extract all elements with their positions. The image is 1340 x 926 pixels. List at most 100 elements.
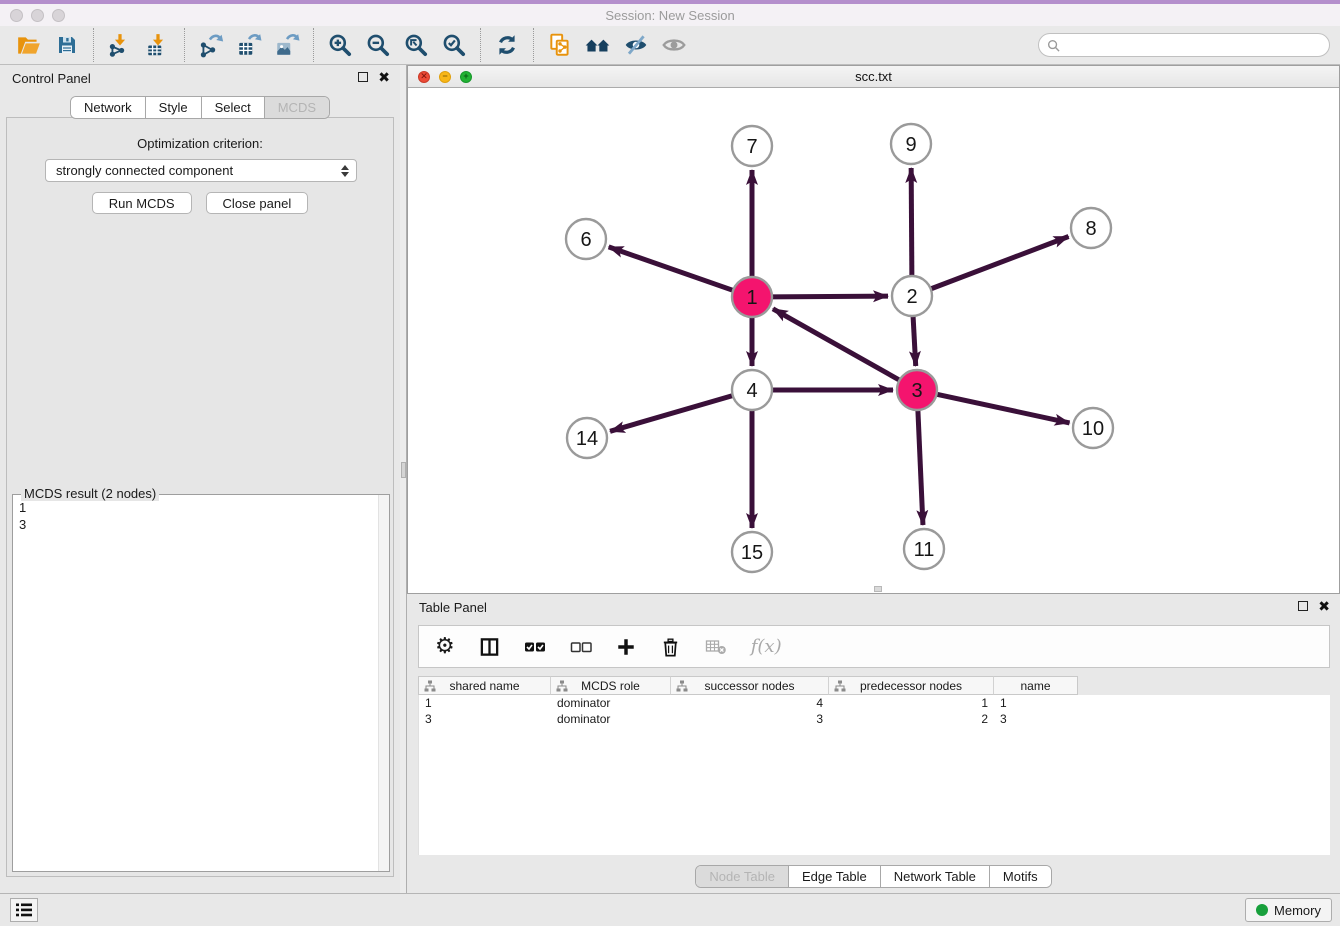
svg-text:2: 2	[906, 286, 917, 308]
export-image-icon	[274, 32, 300, 58]
eye-slash-icon	[623, 32, 649, 58]
checked-boxes-icon	[524, 636, 546, 658]
graph-node-11[interactable]: 11	[904, 529, 944, 569]
table-row[interactable]: 1dominator411	[419, 695, 1330, 711]
splitter-handle-icon[interactable]	[401, 462, 406, 478]
export-table-button[interactable]	[230, 28, 268, 62]
import-table-button[interactable]	[139, 28, 177, 62]
graph-node-6[interactable]: 6	[566, 219, 606, 259]
zoom-in-button[interactable]	[321, 28, 359, 62]
float-panel-icon[interactable]	[358, 72, 368, 82]
column-header-successor-nodes[interactable]: successor nodes	[670, 676, 828, 695]
tab-mcds[interactable]: MCDS	[264, 97, 329, 118]
table-cell[interactable]: 3	[419, 712, 551, 726]
run-mcds-button[interactable]: Run MCDS	[92, 192, 192, 214]
hide-selected-button[interactable]	[617, 28, 655, 62]
graph-node-14[interactable]: 14	[567, 418, 607, 458]
show-all-button[interactable]	[655, 28, 693, 62]
function-builder-button[interactable]: f(x)	[751, 636, 782, 657]
column-header-MCDS-role[interactable]: MCDS role	[550, 676, 670, 695]
graph-edge-1-6[interactable]	[609, 247, 735, 291]
graph-edge-3-1[interactable]	[773, 309, 901, 381]
close-panel-button[interactable]: Close panel	[206, 192, 309, 214]
graph-edge-2-8[interactable]	[929, 237, 1069, 290]
svg-text:8: 8	[1085, 218, 1096, 240]
graph-edge-4-14[interactable]	[610, 395, 735, 431]
graph-node-9[interactable]: 9	[891, 124, 931, 164]
graph-edge-2-3[interactable]	[913, 314, 916, 366]
table-cell[interactable]: dominator	[551, 696, 671, 710]
export-image-button[interactable]	[268, 28, 306, 62]
refresh-layout-button[interactable]	[488, 28, 526, 62]
import-network-button[interactable]	[101, 28, 139, 62]
table-cell[interactable]: 1	[829, 696, 994, 710]
export-network-button[interactable]	[192, 28, 230, 62]
table-cell[interactable]: 3	[671, 712, 829, 726]
tab-node-table[interactable]: Node Table	[696, 866, 788, 887]
tab-network[interactable]: Network	[71, 97, 145, 118]
graph-edge-3-11[interactable]	[918, 408, 923, 525]
criterion-select[interactable]: strongly connected component	[45, 159, 357, 182]
canvas-splitter-handle[interactable]	[874, 586, 882, 592]
graph-node-15[interactable]: 15	[732, 532, 772, 572]
graph-edge-1-2[interactable]	[770, 296, 888, 297]
graph-edge-3-10[interactable]	[935, 394, 1070, 423]
table-cell[interactable]: 3	[994, 712, 1079, 726]
table-settings-button[interactable]: ⚙	[435, 636, 455, 658]
delete-table-button[interactable]	[705, 637, 727, 657]
network-window-titlebar: ✕ − + scc.txt	[408, 66, 1339, 88]
tab-motifs[interactable]: Motifs	[989, 866, 1051, 887]
list-icon	[16, 903, 32, 917]
show-columns-button[interactable]	[479, 636, 500, 658]
network-canvas[interactable]: 7 9 6 8 1 2 4 3 14 10 15 11	[408, 88, 1339, 593]
delete-column-button[interactable]	[660, 636, 681, 658]
task-history-button[interactable]	[10, 898, 38, 922]
graph-node-10[interactable]: 10	[1073, 408, 1113, 448]
table-cell[interactable]: 1	[419, 696, 551, 710]
mcds-result-text[interactable]: 1 3	[13, 496, 377, 871]
network-graph[interactable]: 7 9 6 8 1 2 4 3 14 10 15 11	[408, 88, 1339, 593]
memory-button[interactable]: Memory	[1245, 898, 1332, 922]
tab-select[interactable]: Select	[201, 97, 264, 118]
close-panel-icon[interactable]: ✖	[378, 71, 390, 83]
create-column-button[interactable]	[616, 637, 636, 657]
graph-node-2[interactable]: 2	[892, 276, 932, 316]
toolbar-separator	[533, 28, 534, 62]
table-toolbar: ⚙ f(x)	[418, 625, 1330, 668]
search-field[interactable]	[1038, 33, 1330, 57]
search-input[interactable]	[1060, 37, 1321, 53]
graph-node-3[interactable]: 3	[897, 370, 937, 410]
clone-network-icon	[547, 32, 573, 58]
graph-node-7[interactable]: 7	[732, 126, 772, 166]
float-table-panel-icon[interactable]	[1298, 601, 1308, 611]
tab-edge-table[interactable]: Edge Table	[788, 866, 880, 887]
graph-node-1[interactable]: 1	[732, 277, 772, 317]
column-header-shared-name[interactable]: shared name	[418, 676, 550, 695]
result-scrollbar[interactable]	[378, 495, 389, 871]
graph-edge-2-9[interactable]	[911, 168, 912, 278]
column-header-predecessor-nodes[interactable]: predecessor nodes	[828, 676, 993, 695]
unselect-all-columns-button[interactable]	[570, 636, 592, 658]
first-neighbors-button[interactable]	[579, 28, 617, 62]
zoom-out-button[interactable]	[359, 28, 397, 62]
tab-style[interactable]: Style	[145, 97, 201, 118]
open-session-button[interactable]	[10, 28, 48, 62]
svg-text:4: 4	[746, 380, 757, 402]
select-arrows-icon	[341, 165, 349, 177]
tab-network-table[interactable]: Network Table	[880, 866, 989, 887]
column-header-name[interactable]: name	[993, 676, 1078, 695]
table-cell[interactable]: 1	[994, 696, 1079, 710]
zoom-selected-button[interactable]	[435, 28, 473, 62]
close-table-panel-icon[interactable]: ✖	[1318, 600, 1330, 612]
table-cell[interactable]: 2	[829, 712, 994, 726]
panel-splitter[interactable]	[400, 65, 407, 893]
select-all-columns-button[interactable]	[524, 636, 546, 658]
graph-node-8[interactable]: 8	[1071, 208, 1111, 248]
table-row[interactable]: 3dominator323	[419, 711, 1330, 727]
save-session-button[interactable]	[48, 28, 86, 62]
graph-node-4[interactable]: 4	[732, 370, 772, 410]
zoom-fit-button[interactable]	[397, 28, 435, 62]
clone-network-button[interactable]	[541, 28, 579, 62]
table-cell[interactable]: 4	[671, 696, 829, 710]
table-cell[interactable]: dominator	[551, 712, 671, 726]
